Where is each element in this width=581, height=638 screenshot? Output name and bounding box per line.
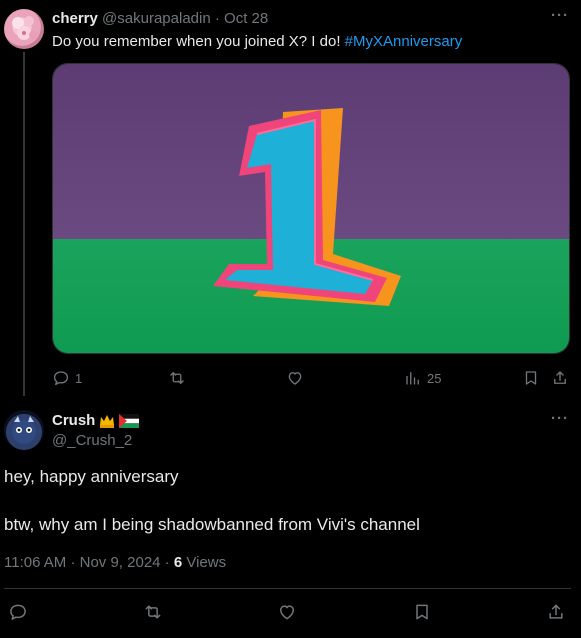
share-icon xyxy=(554,371,566,384)
retweet-icon xyxy=(145,605,161,619)
handle[interactable]: @sakurapaladin xyxy=(102,10,211,27)
thread-connector-line xyxy=(23,52,25,396)
display-name[interactable]: cherry xyxy=(52,10,98,27)
more-options-icon[interactable]: ··· xyxy=(551,410,569,427)
more-options-icon[interactable]: ··· xyxy=(551,7,569,24)
reply-button[interactable]: 1 xyxy=(52,369,82,387)
views-count: 6 xyxy=(173,554,183,571)
handle[interactable]: @_Crush_2 xyxy=(52,432,132,450)
bookmark-button[interactable] xyxy=(412,602,432,622)
views-button[interactable]: 25 xyxy=(404,369,441,387)
bookmark-icon xyxy=(416,604,428,620)
creature-avatar-icon xyxy=(12,416,36,444)
share-button[interactable] xyxy=(551,369,569,387)
reply-icon xyxy=(10,604,26,620)
tweet-body: Do you remember when you joined X? I do! xyxy=(52,33,345,50)
hashtag-link[interactable]: #MyXAnniversary xyxy=(345,33,463,50)
like-button[interactable] xyxy=(277,602,297,622)
tweet-date[interactable]: Nov 9, 2024 xyxy=(80,554,161,571)
tweet-date[interactable]: Oct 28 xyxy=(224,10,268,27)
tweet-text-line-1: hey, happy anniversary xyxy=(4,467,179,486)
display-name[interactable]: Crush xyxy=(52,412,95,430)
separator-dot: · xyxy=(214,10,220,27)
bookmark-icon xyxy=(525,371,537,385)
cherry-blossom-avatar-icon xyxy=(12,16,37,40)
tweet-media-image[interactable] xyxy=(52,63,570,354)
separator-dot: · xyxy=(70,554,76,571)
heart-icon xyxy=(280,605,294,620)
separator-dot: · xyxy=(164,554,170,571)
share-icon xyxy=(549,604,563,619)
reply-count: 1 xyxy=(75,370,83,386)
tweet-header: cherry @sakurapaladin · Oct 28 xyxy=(52,10,268,28)
bookmark-button[interactable] xyxy=(522,369,540,387)
tweet-text: Do you remember when you joined X? I do!… xyxy=(52,33,462,51)
number-one-anniversary-image xyxy=(53,64,569,353)
reply-icon xyxy=(53,371,69,386)
views-label: Views xyxy=(186,554,227,571)
tweet-text-line-2: btw, why am I being shadowbanned from Vi… xyxy=(4,515,420,534)
share-button[interactable] xyxy=(546,602,566,622)
tweet-timestamp-meta: 11:06 AM · Nov 9, 2024 · 6 Views xyxy=(4,554,226,572)
tweet-time[interactable]: 11:06 AM xyxy=(4,554,66,571)
reply-button[interactable] xyxy=(8,602,28,622)
avatar[interactable] xyxy=(4,410,44,450)
retweet-button[interactable] xyxy=(168,369,191,387)
crown-emoji-icon xyxy=(100,415,115,428)
avatar[interactable] xyxy=(4,9,44,49)
palestine-flag-emoji-icon xyxy=(119,414,140,428)
tweet-header: Crush xyxy=(52,412,140,430)
like-button[interactable] xyxy=(286,369,309,387)
views-chart-icon xyxy=(406,372,419,385)
retweet-icon xyxy=(170,372,184,384)
views-count: 25 xyxy=(427,370,442,386)
heart-icon xyxy=(288,372,302,385)
retweet-button[interactable] xyxy=(143,602,163,622)
divider xyxy=(4,588,571,589)
